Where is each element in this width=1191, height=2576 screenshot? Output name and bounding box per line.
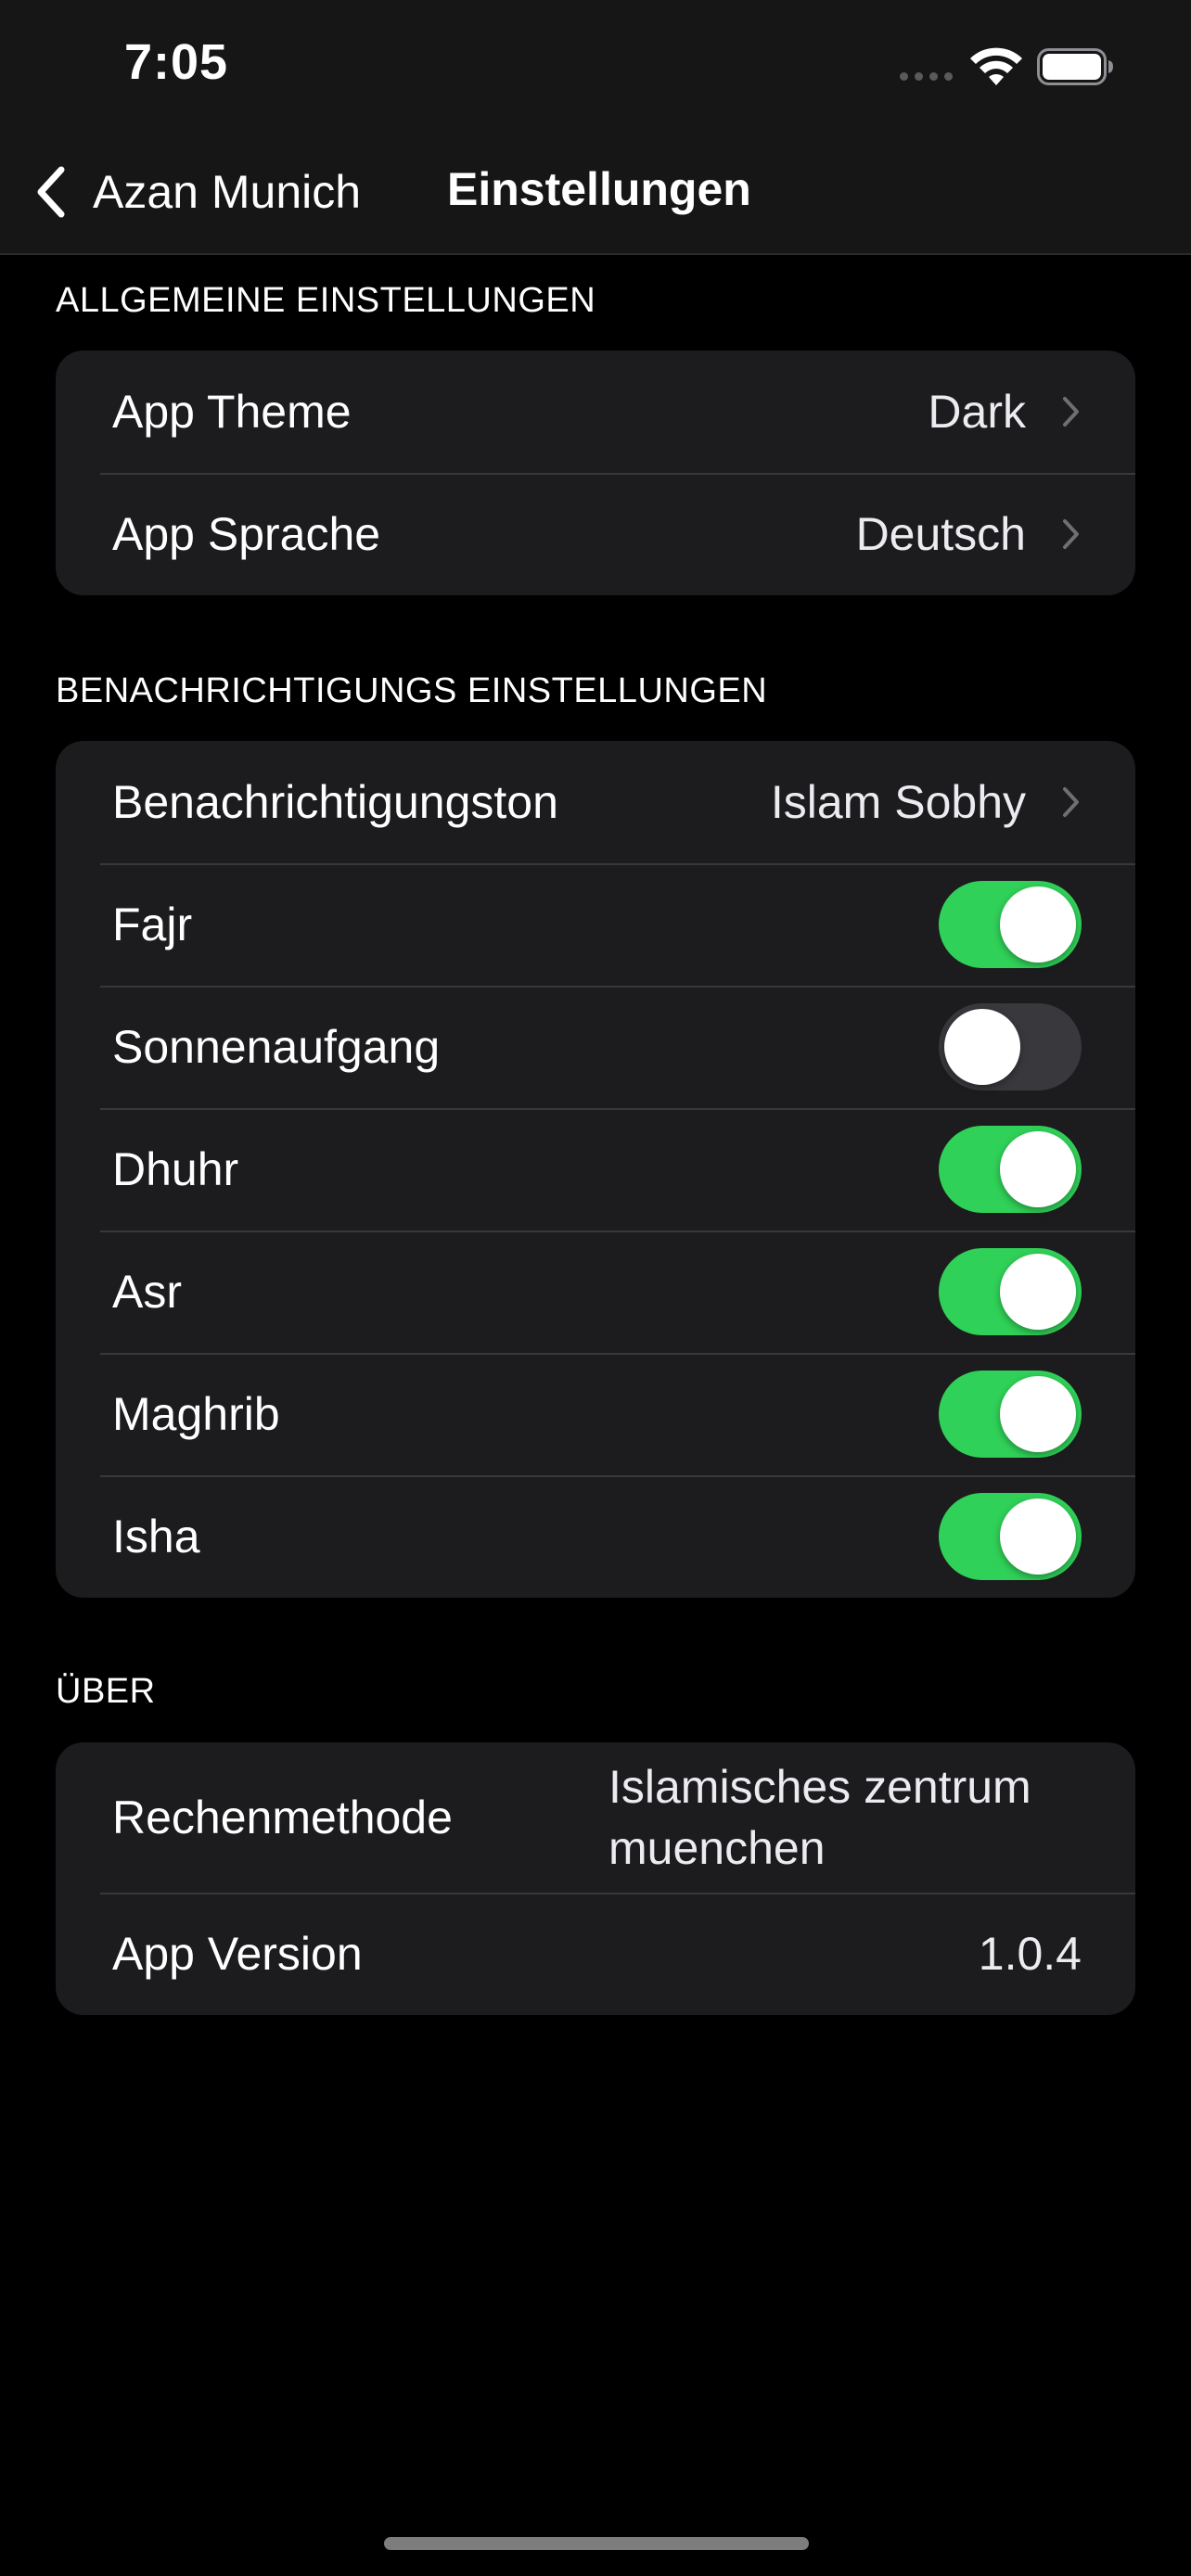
toggle-knob <box>1000 1131 1076 1207</box>
toggle-fajr[interactable] <box>939 881 1082 968</box>
app-language-label: App Sprache <box>112 508 381 560</box>
status-time: 7:05 <box>124 34 229 90</box>
wifi-icon <box>970 47 1022 85</box>
toggle-maghrib[interactable] <box>939 1371 1082 1458</box>
signal-icon <box>900 72 953 81</box>
prayer-row-sonnenaufgang: Sonnenaufgang <box>56 986 1135 1108</box>
prayer-label: Maghrib <box>112 1388 280 1440</box>
notification-tone-row[interactable]: Benachrichtigungston Islam Sobhy <box>56 741 1135 863</box>
section-header-about: ÜBER <box>56 1672 156 1711</box>
toggle-knob <box>944 1009 1020 1085</box>
toggle-asr[interactable] <box>939 1248 1082 1335</box>
calculation-method-label: Rechenmethode <box>112 1792 453 1843</box>
home-indicator <box>384 2537 809 2550</box>
chevron-right-icon <box>1063 787 1079 817</box>
toggle-dhuhr[interactable] <box>939 1126 1082 1213</box>
prayer-row-dhuhr: Dhuhr <box>56 1108 1135 1231</box>
toggle-knob <box>1000 1498 1076 1575</box>
chevron-right-icon <box>1063 397 1079 427</box>
calculation-method-value: Islamisches zentrum muenchen <box>608 1761 1031 1874</box>
calculation-method-row: Rechenmethode Islamisches zentrum muench… <box>56 1742 1135 1893</box>
back-button[interactable]: Azan Munich <box>32 158 361 226</box>
prayer-label: Fajr <box>112 899 193 950</box>
toggle-knob <box>1000 886 1076 963</box>
prayer-label: Asr <box>112 1266 182 1318</box>
app-language-row[interactable]: App Sprache Deutsch <box>56 473 1135 595</box>
app-version-label: App Version <box>112 1928 363 1980</box>
app-theme-row[interactable]: App Theme Dark <box>56 351 1135 473</box>
notification-tone-value: Islam Sobhy <box>770 776 1026 828</box>
battery-icon <box>1037 48 1113 85</box>
toggle-knob <box>1000 1254 1076 1330</box>
chevron-right-icon <box>1063 519 1079 549</box>
toggle-knob <box>1000 1376 1076 1452</box>
general-settings-group: App Theme Dark App Sprache Deutsch <box>56 351 1135 595</box>
top-bar: 7:05 Azan Munich Einstellungen <box>0 0 1191 255</box>
about-group: Rechenmethode Islamisches zentrum muench… <box>56 1742 1135 2015</box>
prayer-row-isha: Isha <box>56 1475 1135 1598</box>
app-language-value: Deutsch <box>855 508 1026 560</box>
prayer-row-maghrib: Maghrib <box>56 1353 1135 1475</box>
page-title: Einstellungen <box>447 163 751 215</box>
app-theme-value: Dark <box>928 386 1026 438</box>
app-version-value: 1.0.4 <box>978 1928 1082 1980</box>
app-theme-label: App Theme <box>112 386 352 438</box>
toggle-sonnenaufgang[interactable] <box>939 1003 1082 1090</box>
app-version-row: App Version 1.0.4 <box>56 1893 1135 2015</box>
back-chevron-icon <box>37 166 65 218</box>
prayer-label: Sonnenaufgang <box>112 1021 441 1073</box>
notification-tone-label: Benachrichtigungston <box>112 776 558 828</box>
toggle-isha[interactable] <box>939 1493 1082 1580</box>
section-header-notifications: BENACHRICHTIGUNGS EINSTELLUNGEN <box>56 671 768 710</box>
prayer-label: Isha <box>112 1511 200 1562</box>
back-button-label: Azan Munich <box>93 166 362 218</box>
prayer-label: Dhuhr <box>112 1143 239 1195</box>
section-header-general: ALLGEMEINE EINSTELLUNGEN <box>56 281 596 320</box>
prayer-row-asr: Asr <box>56 1231 1135 1353</box>
notification-settings-group: Benachrichtigungston Islam Sobhy Fajr So… <box>56 741 1135 1598</box>
prayer-row-fajr: Fajr <box>56 863 1135 986</box>
